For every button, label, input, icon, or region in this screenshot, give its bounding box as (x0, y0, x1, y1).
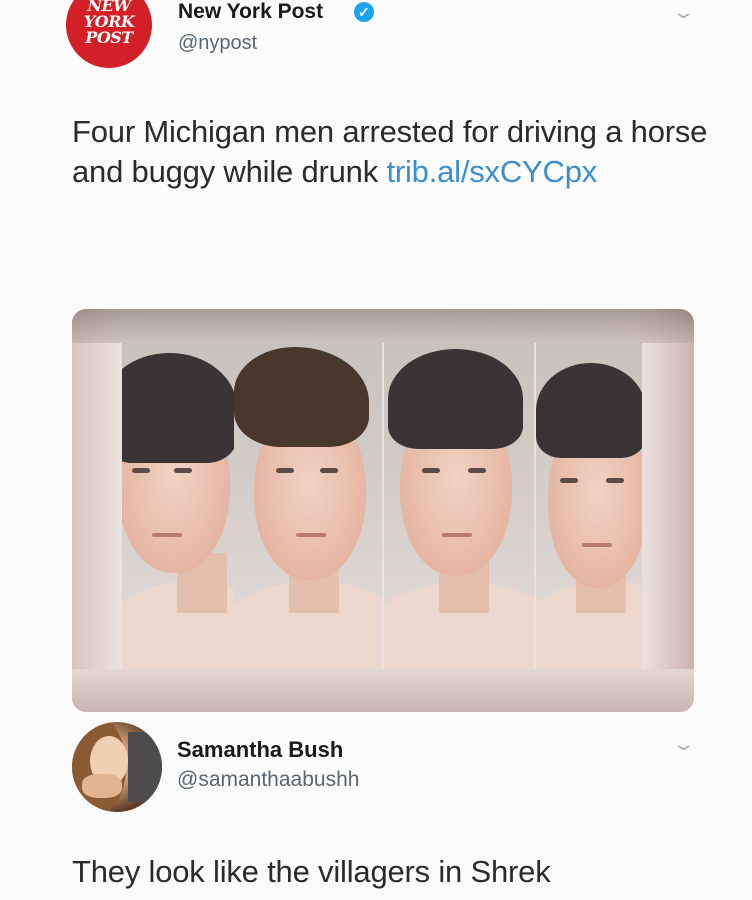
reply-display-name[interactable]: Samantha Bush (177, 737, 343, 763)
verified-badge-icon: ✓ (354, 2, 374, 22)
mugshot-3 (384, 343, 534, 671)
photo-blur-bottom (72, 669, 694, 712)
reply-chevron-down-icon[interactable]: ⌄ (671, 734, 695, 755)
photo-blur-top (72, 309, 694, 343)
tweet-handle[interactable]: @nypost (178, 32, 257, 55)
reply-handle[interactable]: @samanthaabushh (177, 768, 359, 792)
mugshot-1 (122, 343, 234, 671)
reply-text: They look like the villagers in Shrek (72, 854, 551, 889)
mugshot-2 (234, 343, 382, 671)
reply-avatar[interactable] (72, 722, 162, 812)
logo-line-3: POST (85, 28, 133, 47)
tweet-link[interactable]: trib.al/sxCYCpx (386, 154, 597, 189)
nypost-avatar[interactable]: NEW YORK POST (66, 0, 152, 68)
tweet-photo[interactable] (72, 309, 694, 712)
tweet-text: Four Michigan men arrested for driving a… (72, 112, 712, 192)
chevron-down-icon[interactable]: ⌄ (671, 2, 695, 23)
tweet-display-name[interactable]: New York Post (178, 0, 323, 24)
mugshot-4 (536, 343, 642, 671)
